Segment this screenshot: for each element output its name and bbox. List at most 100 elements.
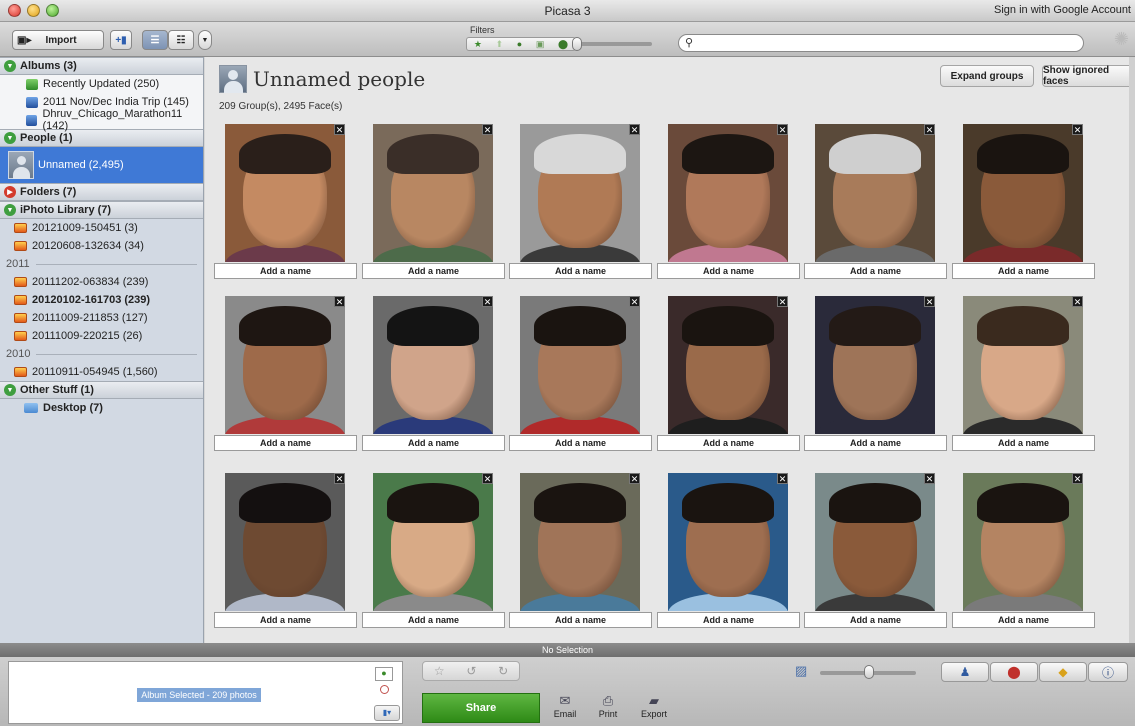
face-tile[interactable]: ✕ Add a name	[657, 473, 800, 633]
sidebar-album-recently-updated[interactable]: Recently Updated (250)	[0, 75, 203, 93]
add-a-name-field[interactable]: Add a name	[952, 263, 1095, 279]
disclosure-open-icon[interactable]: ▼	[4, 60, 16, 72]
add-a-name-field[interactable]: Add a name	[804, 435, 947, 451]
face-photo[interactable]: ✕	[668, 473, 788, 611]
face-tile[interactable]: ✕ Add a name	[362, 296, 505, 456]
add-a-name-field[interactable]: Add a name	[509, 612, 652, 628]
face-tile[interactable]: ✕ Add a name	[214, 124, 357, 284]
clear-tray-icon[interactable]	[380, 685, 389, 694]
add-a-name-field[interactable]: Add a name	[362, 263, 505, 279]
filter-slider-knob[interactable]	[572, 37, 582, 51]
face-photo[interactable]: ✕	[668, 124, 788, 262]
face-tile[interactable]: ✕ Add a name	[804, 124, 947, 284]
sidebar-item-desktop[interactable]: Desktop (7)	[0, 399, 203, 417]
sidebar-album-marathon[interactable]: Dhruv_Chicago_Marathon11 (142)	[0, 108, 203, 132]
other-stuff-section-header[interactable]: ▼ Other Stuff (1)	[0, 381, 203, 399]
add-a-name-field[interactable]: Add a name	[214, 612, 357, 628]
ignore-face-close-icon[interactable]: ✕	[924, 296, 935, 307]
face-photo[interactable]: ✕	[815, 124, 935, 262]
info-pane-button[interactable]: ⓘ	[1088, 662, 1128, 682]
filter-date-slider[interactable]	[578, 42, 652, 46]
face-tile[interactable]: ✕ Add a name	[509, 124, 652, 284]
face-photo[interactable]: ✕	[963, 124, 1083, 262]
ignore-face-close-icon[interactable]: ✕	[924, 124, 935, 135]
places-pane-button[interactable]: ⬤	[990, 662, 1038, 682]
import-button[interactable]: ▣▸ Import	[12, 30, 104, 50]
rotate-right-icon[interactable]: ↻	[498, 664, 508, 678]
face-tile[interactable]: ✕ Add a name	[214, 473, 357, 633]
face-tile[interactable]: ✕ Add a name	[657, 124, 800, 284]
face-tile[interactable]: ✕ Add a name	[509, 296, 652, 456]
face-tile[interactable]: ✕ Add a name	[952, 124, 1095, 284]
sidebar-folder-item[interactable]: 20111202-063834 (239)	[0, 273, 203, 291]
ignore-face-close-icon[interactable]: ✕	[777, 296, 788, 307]
albums-section-header[interactable]: ▼ Albums (3)	[0, 57, 203, 75]
face-tile[interactable]: ✕ Add a name	[952, 296, 1095, 456]
add-a-name-field[interactable]: Add a name	[509, 435, 652, 451]
face-tile[interactable]: ✕ Add a name	[952, 473, 1095, 633]
people-pane-button[interactable]: ♟	[941, 662, 989, 682]
add-to-album-button[interactable]: ▮▾	[374, 705, 400, 721]
face-photo[interactable]: ✕	[520, 296, 640, 434]
ignore-face-close-icon[interactable]: ✕	[1072, 124, 1083, 135]
search-input[interactable]: ⚲	[678, 34, 1084, 52]
expand-groups-button[interactable]: Expand groups	[940, 65, 1034, 87]
star-filter-icon[interactable]: ★	[474, 39, 482, 50]
thumbnail-slider-knob[interactable]	[864, 665, 874, 679]
add-a-name-field[interactable]: Add a name	[214, 263, 357, 279]
ignore-face-close-icon[interactable]: ✕	[334, 296, 345, 307]
upload-filter-icon[interactable]: ⬆	[496, 39, 504, 50]
face-tile[interactable]: ✕ Add a name	[362, 124, 505, 284]
tree-view-button[interactable]: ☷	[168, 30, 194, 50]
ignore-face-close-icon[interactable]: ✕	[777, 473, 788, 484]
face-tile[interactable]: ✕ Add a name	[657, 296, 800, 456]
email-button[interactable]: ✉ Email	[545, 693, 585, 725]
face-photo[interactable]: ✕	[963, 473, 1083, 611]
add-a-name-field[interactable]: Add a name	[509, 263, 652, 279]
add-a-name-field[interactable]: Add a name	[657, 612, 800, 628]
ignore-face-close-icon[interactable]: ✕	[1072, 473, 1083, 484]
face-filter-icon[interactable]: ●	[517, 39, 522, 49]
add-a-name-field[interactable]: Add a name	[362, 435, 505, 451]
show-ignored-faces-button[interactable]: Show ignored faces	[1042, 65, 1134, 87]
sign-in-link[interactable]: Sign in with Google Account	[994, 4, 1131, 16]
add-a-name-field[interactable]: Add a name	[214, 435, 357, 451]
add-a-name-field[interactable]: Add a name	[952, 612, 1095, 628]
rotate-left-icon[interactable]: ↺	[466, 664, 476, 678]
ignore-face-close-icon[interactable]: ✕	[629, 296, 640, 307]
view-options-button[interactable]: ▼	[198, 30, 212, 50]
add-a-name-field[interactable]: Add a name	[657, 435, 800, 451]
sidebar-folder-item[interactable]: 20120102-161703 (239)	[0, 291, 203, 309]
add-a-name-field[interactable]: Add a name	[657, 263, 800, 279]
face-tile[interactable]: ✕ Add a name	[804, 473, 947, 633]
face-tile[interactable]: ✕ Add a name	[214, 296, 357, 456]
sidebar-folder-item[interactable]: 20121009-150451 (3)	[0, 219, 203, 237]
face-photo[interactable]: ✕	[225, 296, 345, 434]
scrollbar[interactable]	[1129, 57, 1135, 643]
add-a-name-field[interactable]: Add a name	[952, 435, 1095, 451]
face-tile[interactable]: ✕ Add a name	[362, 473, 505, 633]
ignore-face-close-icon[interactable]: ✕	[482, 296, 493, 307]
disclosure-open-icon[interactable]: ▼	[4, 132, 16, 144]
sidebar-folder-item[interactable]: 20111009-220215 (26)	[0, 327, 203, 345]
flat-view-button[interactable]: ☰	[142, 30, 168, 50]
add-a-name-field[interactable]: Add a name	[804, 612, 947, 628]
tags-pane-button[interactable]: ◆	[1039, 662, 1087, 682]
face-photo[interactable]: ✕	[520, 473, 640, 611]
face-photo[interactable]: ✕	[373, 124, 493, 262]
sidebar-item-unnamed-people[interactable]: Unnamed (2,495)	[0, 147, 203, 183]
video-filter-icon[interactable]: ▣	[536, 39, 545, 50]
add-a-name-field[interactable]: Add a name	[804, 263, 947, 279]
face-photo[interactable]: ✕	[963, 296, 1083, 434]
face-photo[interactable]: ✕	[520, 124, 640, 262]
sidebar-folder-item[interactable]: 20111009-211853 (127)	[0, 309, 203, 327]
disclosure-open-icon[interactable]: ▼	[4, 204, 16, 216]
face-photo[interactable]: ✕	[225, 473, 345, 611]
ignore-face-close-icon[interactable]: ✕	[1072, 296, 1083, 307]
face-photo[interactable]: ✕	[373, 296, 493, 434]
face-photo[interactable]: ✕	[373, 473, 493, 611]
face-photo[interactable]: ✕	[225, 124, 345, 262]
location-filter-icon[interactable]: ⬤	[558, 39, 568, 50]
ignore-face-close-icon[interactable]: ✕	[629, 124, 640, 135]
sidebar-folder-item[interactable]: 20110911-054945 (1,560)	[0, 363, 203, 381]
